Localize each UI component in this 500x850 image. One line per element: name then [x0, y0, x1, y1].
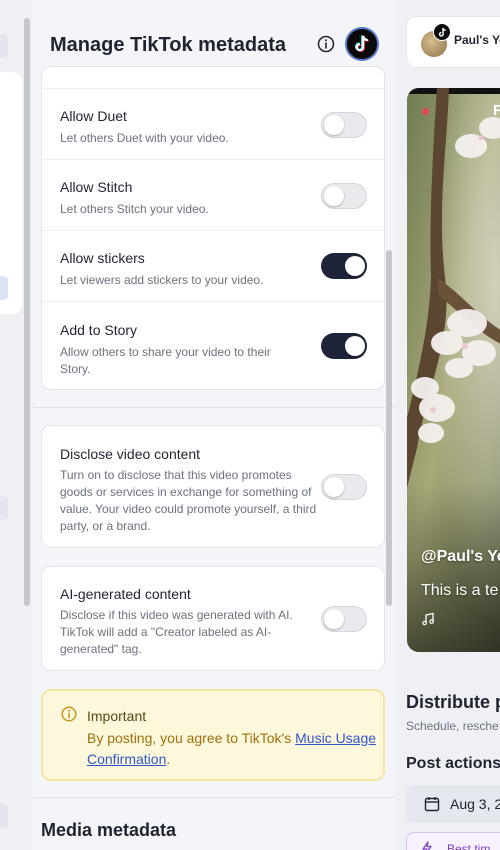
card-top-strip: [42, 67, 384, 89]
schedule-date: Aug 3, 2: [450, 796, 500, 812]
section-divider: [33, 797, 395, 798]
panel-header: Manage TikTok metadata: [33, 0, 395, 74]
preview-handle: @Paul's Yo: [421, 548, 500, 565]
setting-description: Let viewers add stickers to your video.: [60, 273, 264, 287]
toggle-knob: [345, 256, 365, 276]
best-time-label: Best tim: [447, 842, 491, 850]
interaction-settings-card: Allow Duet Let others Duet with your vid…: [41, 66, 385, 390]
preview-caption: This is a te: [421, 582, 499, 599]
calendar-icon: [424, 797, 440, 812]
setting-title: Allow Duet: [60, 108, 127, 124]
account-name: Paul's Yo: [454, 33, 500, 47]
setting-description: Allow others to share your video to thei…: [60, 345, 271, 376]
music-note-icon: [422, 612, 434, 626]
tiktok-logo-icon: [433, 23, 451, 41]
media-metadata-title: Media metadata: [41, 820, 177, 840]
left-panel: [0, 0, 22, 850]
post-actions-title: Post actions: [406, 755, 500, 772]
setting-row-allow-duet: Allow Duet Let others Duet with your vid…: [42, 89, 384, 160]
ai-content-title: AI-generated content: [60, 586, 191, 602]
disclose-content-card: Disclose video content Turn on to disclo…: [41, 425, 385, 548]
preview-top-label: F: [493, 102, 500, 119]
left-panel-fragment: [0, 496, 8, 520]
video-preview[interactable]: F @Paul's Yo This is a te: [407, 88, 500, 652]
setting-row-allow-stitch: Allow Stitch Let others Stitch your vide…: [42, 160, 384, 231]
toggle-knob: [345, 336, 365, 356]
setting-description: Let others Stitch your video.: [60, 202, 209, 216]
distribute-subtitle: Schedule, resche: [406, 719, 499, 733]
toggle-knob: [324, 115, 344, 135]
schedule-date-button[interactable]: Aug 3, 2: [406, 785, 500, 823]
info-icon[interactable]: [317, 35, 335, 53]
left-panel-fragment: [0, 276, 8, 300]
toggle-knob: [324, 477, 344, 497]
add-to-story-toggle[interactable]: [321, 333, 367, 359]
ai-content-toggle[interactable]: [321, 606, 367, 632]
setting-row-allow-stickers: Allow stickers Let viewers add stickers …: [42, 231, 384, 302]
toggle-knob: [324, 186, 344, 206]
toggle-knob: [324, 609, 344, 629]
notice-body-text: By posting, you agree to TikTok's: [87, 730, 296, 746]
tiktok-logo-icon: [345, 27, 379, 61]
notice-body-suffix: .: [166, 751, 171, 767]
setting-row-add-to-story: Add to Story Allow others to share your …: [42, 302, 384, 389]
left-panel-scrollbar[interactable]: [24, 18, 30, 606]
setting-title: Allow stickers: [60, 250, 145, 266]
panel-scrollbar[interactable]: [386, 250, 392, 606]
disclose-description: Turn on to disclose that this video prom…: [60, 468, 317, 533]
allow-stickers-toggle[interactable]: [321, 253, 367, 279]
important-notice: Important By posting, you agree to TikTo…: [41, 689, 385, 781]
setting-title: Add to Story: [60, 322, 138, 338]
allow-stitch-toggle[interactable]: [321, 183, 367, 209]
notice-body: By posting, you agree to TikTok's Music …: [87, 728, 377, 770]
recording-indicator: [422, 108, 429, 115]
disclose-content-toggle[interactable]: [321, 474, 367, 500]
section-divider: [33, 407, 395, 408]
video-thumbnail: [407, 88, 500, 652]
preview-panel: Paul's Yo: [406, 0, 500, 850]
left-panel-fragment: [0, 804, 8, 828]
best-time-button[interactable]: Best tim: [406, 832, 500, 850]
distribute-title: Distribute p: [406, 692, 500, 712]
ai-content-card: AI-generated content Disclose if this vi…: [41, 566, 385, 671]
sparkle-icon: [422, 841, 432, 850]
allow-duet-toggle[interactable]: [321, 112, 367, 138]
warning-info-icon: [61, 706, 77, 722]
panel-title: Manage TikTok metadata: [50, 34, 286, 56]
setting-description: Let others Duet with your video.: [60, 131, 229, 145]
ai-content-description: Disclose if this video was generated wit…: [60, 608, 293, 656]
left-panel-fragment: [0, 34, 8, 58]
setting-title: Allow Stitch: [60, 179, 133, 195]
notice-title: Important: [87, 708, 147, 724]
account-chip[interactable]: Paul's Yo: [406, 16, 500, 68]
disclose-title: Disclose video content: [60, 446, 201, 462]
tiktok-metadata-panel: Manage TikTok metadata Allow Duet Let ot…: [33, 0, 395, 850]
